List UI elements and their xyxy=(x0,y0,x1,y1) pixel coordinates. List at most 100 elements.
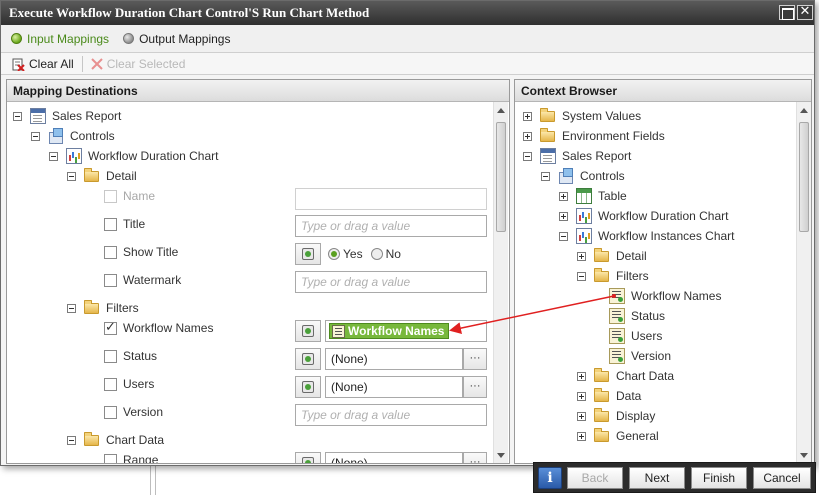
status-pin-button[interactable] xyxy=(295,348,321,370)
cancel-button[interactable]: Cancel xyxy=(753,467,811,489)
no-radio[interactable] xyxy=(370,248,383,260)
tree-node-users[interactable]: Users xyxy=(609,326,662,346)
scroll-up-icon[interactable] xyxy=(497,108,505,113)
tree-node-workflow-instances-chart[interactable]: Workflow Instances Chart xyxy=(559,226,735,246)
vertical-scrollbar[interactable] xyxy=(493,102,508,463)
tree-node-sales-report[interactable]: Sales Report xyxy=(13,106,121,126)
expand-icon[interactable] xyxy=(577,431,586,441)
clear-selected-label: Clear Selected xyxy=(106,56,186,71)
collapse-icon[interactable] xyxy=(31,131,40,141)
scroll-thumb[interactable] xyxy=(496,122,506,232)
vertical-scrollbar[interactable] xyxy=(796,102,811,463)
tree-node-status[interactable]: Status xyxy=(609,306,665,326)
watermark-input[interactable]: Type or drag a value xyxy=(295,271,487,293)
tree-node-general[interactable]: General xyxy=(577,426,659,446)
info-button[interactable]: i xyxy=(538,467,562,489)
tree-node-detail[interactable]: Detail xyxy=(67,166,137,186)
tree-node-sales-report[interactable]: Sales Report xyxy=(523,146,631,166)
field-icon xyxy=(609,348,625,364)
collapse-icon[interactable] xyxy=(67,171,76,181)
tree-node-chart-data[interactable]: Chart Data xyxy=(577,366,674,386)
version-checkbox[interactable] xyxy=(104,405,117,419)
maximize-button[interactable] xyxy=(779,5,795,20)
expand-icon[interactable] xyxy=(523,131,532,141)
expand-icon[interactable] xyxy=(577,371,586,381)
expand-icon[interactable] xyxy=(577,251,586,261)
folder-icon xyxy=(594,427,609,442)
tree-node-controls[interactable]: Controls xyxy=(31,126,115,146)
next-button[interactable]: Next xyxy=(629,467,685,489)
status-checkbox[interactable] xyxy=(104,349,117,363)
tab-output-mappings[interactable]: Output Mappings xyxy=(123,32,230,46)
field-show-title-row: Show Title xyxy=(104,242,178,262)
workflow-names-pin-button[interactable] xyxy=(295,320,321,342)
folder-icon xyxy=(84,299,99,314)
collapse-icon[interactable] xyxy=(49,151,58,161)
clear-selected-button[interactable]: Clear Selected xyxy=(90,56,186,71)
title-checkbox[interactable] xyxy=(104,217,117,231)
tree-node-workflow-duration-chart[interactable]: Workflow Duration Chart xyxy=(559,206,729,226)
users-dropdown[interactable]: (None) xyxy=(325,376,463,398)
collapse-icon[interactable] xyxy=(67,435,76,445)
scroll-up-icon[interactable] xyxy=(800,108,808,113)
finish-button[interactable]: Finish xyxy=(691,467,747,489)
tree-node-system-values[interactable]: System Values xyxy=(523,106,641,126)
tree-node-filters[interactable]: Filters xyxy=(67,298,139,318)
collapse-icon[interactable] xyxy=(67,303,76,313)
tree-node-version[interactable]: Version xyxy=(609,346,671,366)
tree-node-filters[interactable]: Filters xyxy=(577,266,649,286)
tree-node-display[interactable]: Display xyxy=(577,406,655,426)
tree-node-environment-fields[interactable]: Environment Fields xyxy=(523,126,665,146)
range-dropdown[interactable]: (None) xyxy=(325,452,463,463)
tab-input-mappings[interactable]: Input Mappings xyxy=(11,32,109,46)
mapped-value-chip[interactable]: Workflow Names xyxy=(329,323,450,339)
close-button[interactable]: ✕ xyxy=(797,5,813,20)
clear-all-button[interactable]: Clear All xyxy=(11,57,74,71)
folder-icon xyxy=(84,431,99,446)
expand-icon[interactable] xyxy=(577,391,586,401)
status-ellipsis-button[interactable]: ··· xyxy=(463,348,487,370)
status-dropdown[interactable]: (None) xyxy=(325,348,463,370)
users-ellipsis-button[interactable]: ··· xyxy=(463,376,487,398)
tree-node-table[interactable]: Table xyxy=(559,186,627,206)
show-title-checkbox[interactable] xyxy=(104,245,117,259)
yes-radio[interactable] xyxy=(328,248,340,260)
tab-label: Output Mappings xyxy=(139,31,231,46)
watermark-checkbox[interactable] xyxy=(104,273,117,287)
range-checkbox[interactable] xyxy=(104,453,117,463)
tree-node-chart-data[interactable]: Chart Data xyxy=(67,430,164,450)
collapse-icon[interactable] xyxy=(541,171,550,181)
tree-node-data[interactable]: Data xyxy=(577,386,641,406)
tree-node-workflow-names[interactable]: Workflow Names xyxy=(609,286,721,306)
back-button[interactable]: Back xyxy=(567,467,623,489)
users-checkbox[interactable] xyxy=(104,377,117,391)
collapse-icon[interactable] xyxy=(577,271,586,281)
collapse-icon[interactable] xyxy=(523,151,532,161)
scroll-thumb[interactable] xyxy=(799,122,809,232)
collapse-icon[interactable] xyxy=(13,111,22,121)
range-pin-button[interactable] xyxy=(295,452,321,463)
field-icon xyxy=(609,328,625,344)
users-pin-button[interactable] xyxy=(295,376,321,398)
form-icon xyxy=(540,148,556,164)
scroll-down-icon[interactable] xyxy=(800,453,808,458)
workflow-names-checkbox[interactable] xyxy=(104,320,117,335)
pin-icon xyxy=(302,325,314,337)
title-input[interactable]: Type or drag a value xyxy=(295,215,487,237)
version-input[interactable]: Type or drag a value xyxy=(295,404,487,426)
expand-icon[interactable] xyxy=(523,111,532,121)
collapse-icon[interactable] xyxy=(559,231,568,241)
name-input[interactable] xyxy=(295,188,487,210)
background-line xyxy=(150,466,151,495)
expand-icon[interactable] xyxy=(559,191,568,201)
tree-node-workflow-duration-chart[interactable]: Workflow Duration Chart xyxy=(49,146,219,166)
show-title-pin-button[interactable] xyxy=(295,243,321,265)
workflow-names-value[interactable]: Workflow Names xyxy=(325,320,487,342)
expand-icon[interactable] xyxy=(559,211,568,221)
tree-node-controls[interactable]: Controls xyxy=(541,166,625,186)
range-ellipsis-button[interactable]: ··· xyxy=(463,452,487,463)
name-checkbox[interactable] xyxy=(104,189,117,203)
tree-node-detail[interactable]: Detail xyxy=(577,246,647,266)
scroll-down-icon[interactable] xyxy=(497,453,505,458)
expand-icon[interactable] xyxy=(577,411,586,421)
